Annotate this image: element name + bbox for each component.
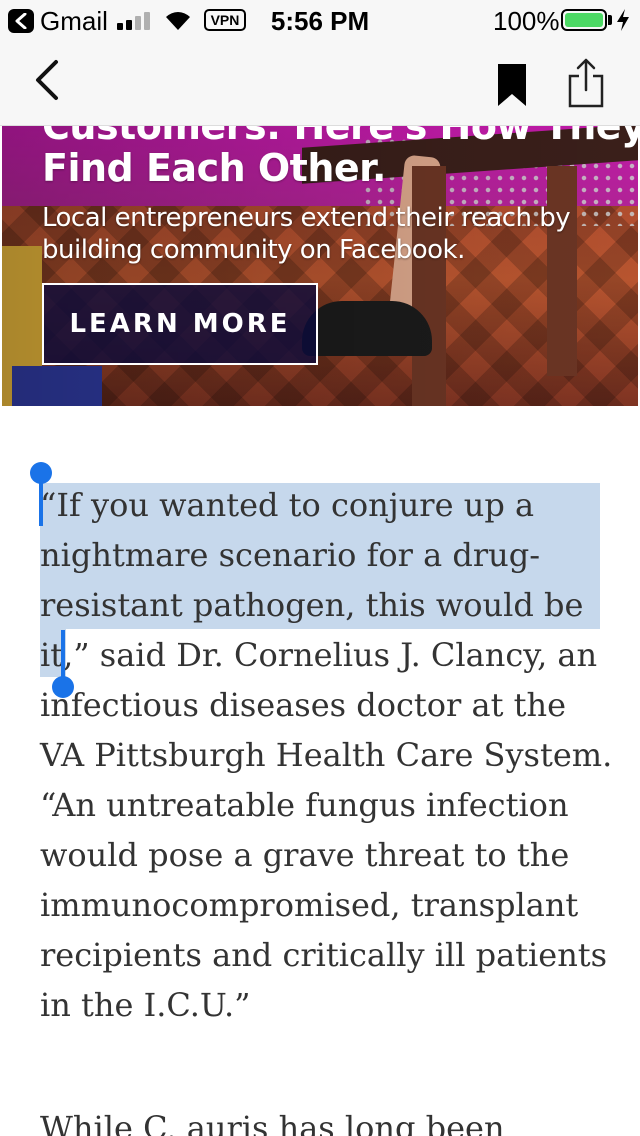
ad-banner[interactable]: Customers: Here's How They Find Each Oth… [2, 126, 638, 406]
article-paragraph-next: While C. auris has long been [40, 1109, 505, 1136]
bookmark-icon[interactable] [496, 62, 528, 108]
status-bar: Gmail VPN 5:56 PM 100% [0, 0, 640, 40]
ad-subtext: Local entrepreneurs extend their reach b… [42, 203, 571, 265]
navigation-bar [0, 40, 640, 126]
learn-more-button[interactable]: LEARN MORE [42, 283, 318, 365]
battery-percent: 100% [493, 6, 560, 36]
chevron-left-icon[interactable] [28, 58, 68, 102]
selection-start-knob[interactable] [30, 462, 52, 484]
ad-headline-partial: Customers: Here's How They [42, 126, 638, 148]
selection-start-handle[interactable] [39, 482, 43, 526]
battery-fill [565, 13, 603, 27]
paragraph-text: ” said Dr. Cornelius J. Clancy, an infec… [40, 636, 613, 1024]
share-icon[interactable] [566, 56, 606, 108]
article-paragraph[interactable]: “If you wanted to conjure up a nightmare… [40, 480, 620, 1030]
battery-cap [608, 15, 612, 25]
charging-bolt-icon [617, 9, 629, 31]
selection-end-handle[interactable] [61, 630, 65, 678]
selection-end-knob[interactable] [52, 676, 74, 698]
battery-icon [561, 9, 607, 31]
ad-headline: Find Each Other. [42, 146, 386, 190]
